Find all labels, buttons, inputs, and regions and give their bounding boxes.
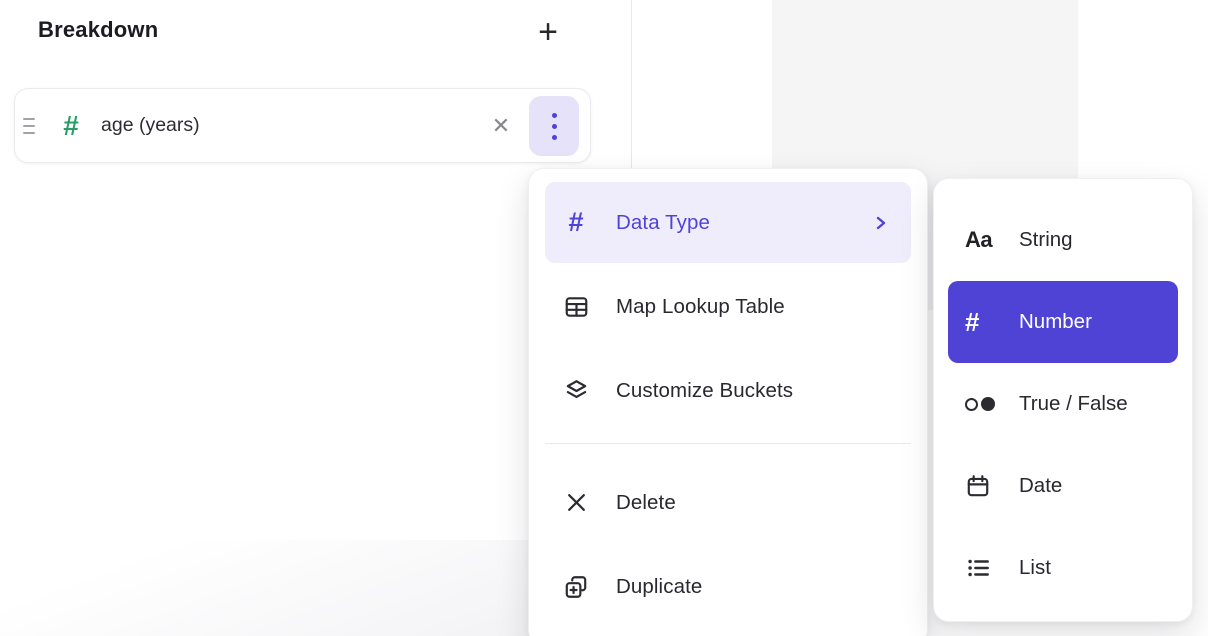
menu-item-customize-buckets[interactable]: Customize Buckets — [545, 350, 911, 431]
field-options-button[interactable] — [529, 96, 579, 156]
kebab-icon — [552, 113, 557, 118]
menu-item-map-lookup-table[interactable]: Map Lookup Table — [545, 266, 911, 347]
submenu-item-list[interactable]: List — [948, 527, 1178, 609]
menu-item-label: Duplicate — [616, 575, 702, 599]
menu-item-data-type[interactable]: # Data Type — [545, 182, 911, 263]
submenu-item-label: True / False — [1019, 392, 1128, 416]
submenu-item-date[interactable]: Date — [948, 445, 1178, 527]
field-name-label: age (years) — [101, 89, 200, 162]
data-type-submenu: Aa String # Number True / False Date — [933, 178, 1193, 622]
submenu-item-label: Number — [1019, 310, 1092, 334]
x-icon — [562, 490, 590, 515]
drag-handle-icon[interactable] — [23, 118, 37, 134]
menu-item-label: Delete — [616, 491, 676, 515]
field-context-menu: # Data Type Map Lookup Table — [528, 168, 928, 636]
breakdown-panel-page: Breakdown + # age (years) ✕ # Data Type — [0, 0, 1208, 636]
submenu-item-label: List — [1019, 556, 1051, 580]
calendar-icon — [965, 473, 999, 499]
stack-icon — [562, 378, 590, 404]
plus-icon: + — [538, 15, 558, 49]
boolean-icon — [965, 397, 999, 411]
menu-item-label: Map Lookup Table — [616, 295, 785, 319]
chevron-right-icon — [873, 214, 889, 232]
text-icon: Aa — [965, 227, 992, 253]
number-type-icon: # — [55, 89, 87, 162]
submenu-item-label: Date — [1019, 474, 1062, 498]
breakdown-field-card: # age (years) ✕ — [14, 88, 591, 163]
menu-item-label: Data Type — [616, 211, 710, 235]
hash-icon: # — [568, 209, 583, 236]
submenu-item-number[interactable]: # Number — [948, 281, 1178, 363]
submenu-item-string[interactable]: Aa String — [948, 199, 1178, 281]
submenu-item-true-false[interactable]: True / False — [948, 363, 1178, 445]
add-breakdown-button[interactable]: + — [529, 12, 567, 52]
remove-field-button[interactable]: ✕ — [483, 108, 519, 144]
submenu-item-label: String — [1019, 228, 1073, 252]
menu-item-label: Customize Buckets — [616, 379, 793, 403]
table-icon — [562, 294, 590, 320]
menu-divider — [545, 443, 911, 444]
close-icon: ✕ — [492, 113, 510, 139]
hash-icon: # — [965, 309, 979, 335]
list-icon — [965, 555, 999, 581]
page-title: Breakdown — [38, 17, 158, 43]
menu-item-delete[interactable]: Delete — [545, 462, 911, 543]
duplicate-icon — [562, 574, 590, 600]
menu-item-duplicate[interactable]: Duplicate — [545, 546, 911, 627]
